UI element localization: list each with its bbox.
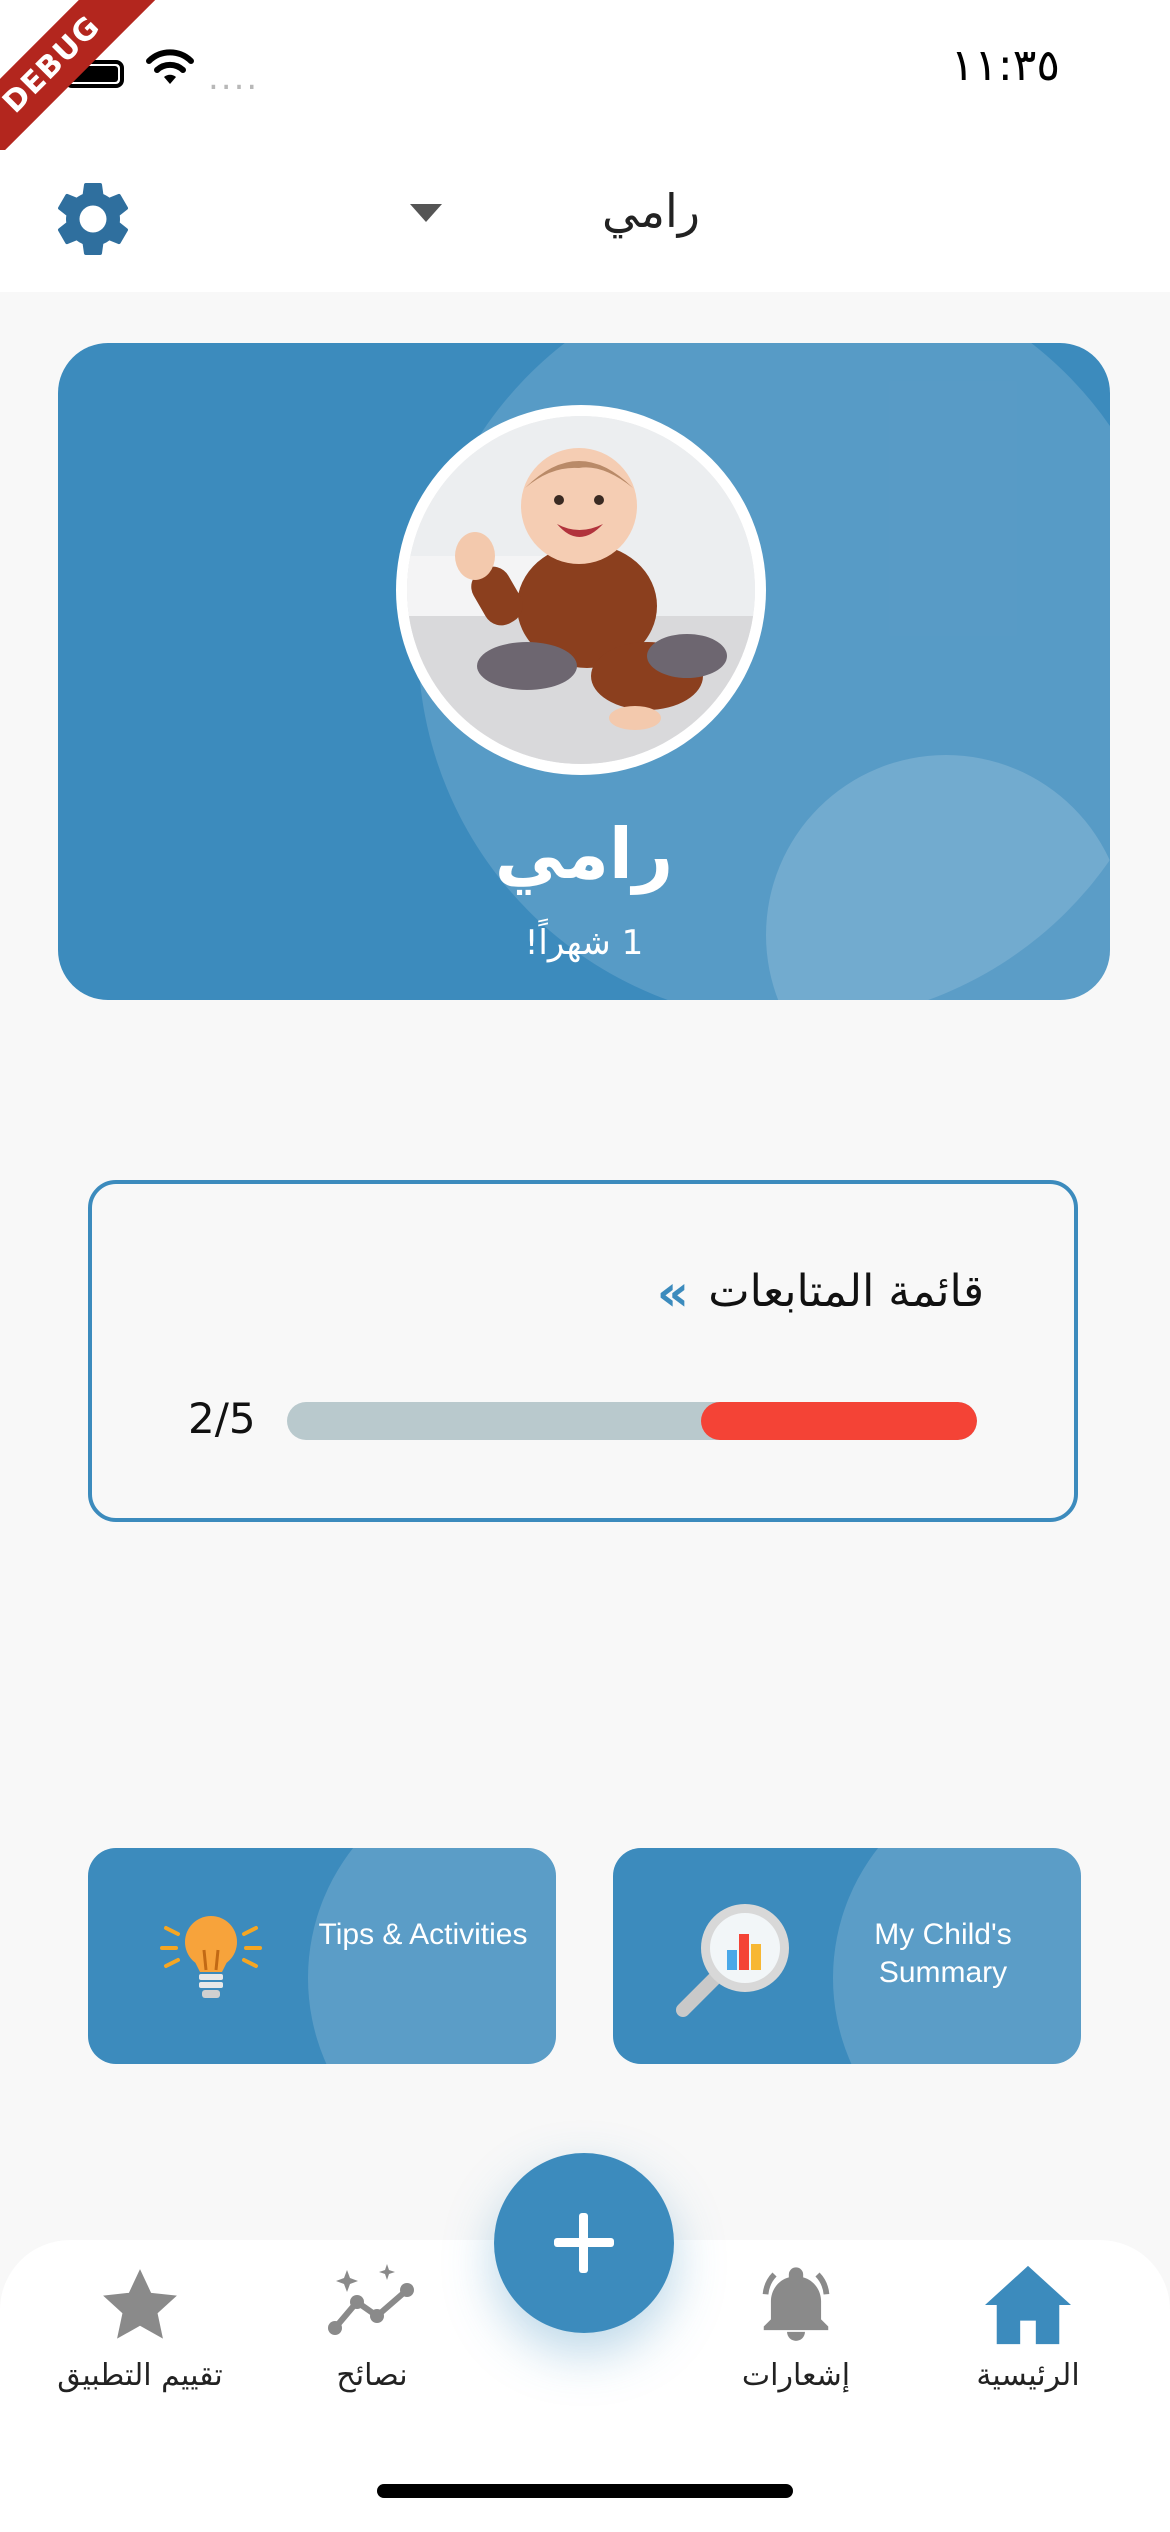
app-bar: رامي <box>0 150 1170 292</box>
tips-activities-button[interactable]: Tips & Activities <box>88 1848 556 2064</box>
nav-home[interactable]: الرئيسية <box>918 2262 1138 2402</box>
caret-down-icon[interactable] <box>410 204 442 222</box>
add-button[interactable] <box>494 2153 674 2333</box>
sparkle-trend-icon <box>328 2264 414 2335</box>
lightbulb-icon <box>160 1916 262 1998</box>
selected-child-name: رامي <box>602 184 700 238</box>
nav-tips-label: نصائح <box>336 2358 408 2393</box>
nav-notifications[interactable]: إشعارات <box>686 2262 906 2402</box>
followup-title: قائمة المتابعات <box>708 1266 984 1317</box>
bell-icon <box>762 2267 830 2341</box>
child-profile-card[interactable]: رامي 1 شهراً! <box>58 343 1110 1000</box>
double-chevron-icon[interactable]: « <box>657 1264 689 1322</box>
star-icon <box>103 2269 177 2339</box>
progress-count: 2/5 <box>188 1394 256 1443</box>
progress-bar-fill <box>701 1402 977 1440</box>
gear-icon[interactable] <box>48 174 138 264</box>
progress-bar <box>287 1402 977 1440</box>
child-name: رامي <box>494 813 674 895</box>
child-selector[interactable]: رامي <box>400 180 700 250</box>
status-bar: .... ١١:٣٥ DEBUG <box>0 0 1170 177</box>
magnifier-chart-icon <box>676 1904 789 2017</box>
nav-rate-app-label: تقييم التطبيق <box>57 2358 223 2393</box>
nav-notifications-label: إشعارات <box>741 2358 851 2393</box>
signal-dots: .... <box>208 58 260 98</box>
nav-tips[interactable]: نصائح <box>262 2262 482 2402</box>
decorative-circle <box>308 1848 556 2064</box>
child-summary-button[interactable]: My Child's Summary <box>613 1848 1081 2064</box>
tips-activities-label: Tips & Activities <box>318 1918 528 1951</box>
child-age: 1 شهراً! <box>524 923 644 963</box>
home-icon <box>985 2265 1071 2345</box>
child-summary-label: My Child's Summary <box>874 1918 1012 1989</box>
baby-photo <box>407 416 755 764</box>
nav-home-label: الرئيسية <box>976 2358 1080 2393</box>
avatar[interactable] <box>396 405 766 775</box>
wifi-icon <box>146 49 194 84</box>
followup-list-card[interactable]: قائمة المتابعات « 2/5 <box>88 1180 1078 1522</box>
status-time: ١١:٣٥ <box>950 40 1060 91</box>
home-indicator <box>377 2484 793 2498</box>
nav-rate-app[interactable]: تقييم التطبيق <box>30 2262 250 2402</box>
